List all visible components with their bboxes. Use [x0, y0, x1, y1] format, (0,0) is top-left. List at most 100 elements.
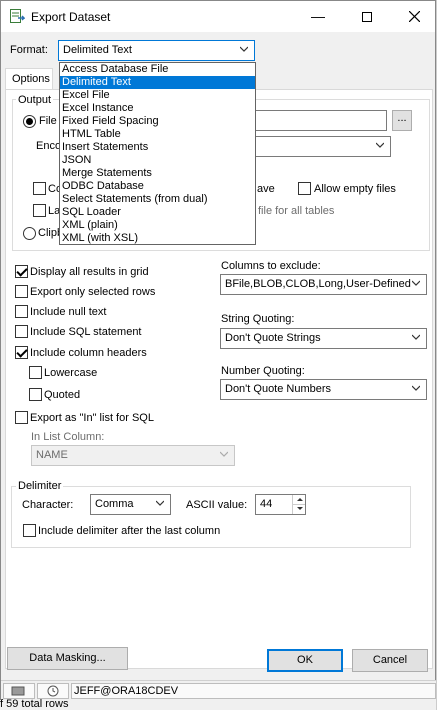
format-label: Format:	[10, 44, 48, 56]
format-option[interactable]: SQL Loader	[60, 206, 255, 219]
output-group-label: Output	[16, 94, 54, 106]
delimiter-character-select[interactable]: Comma	[90, 494, 171, 515]
export-app-icon	[10, 9, 26, 23]
ok-button[interactable]: OK	[267, 649, 343, 672]
tab-options-label: Options	[12, 73, 50, 85]
include-null-label: Include null text	[30, 306, 107, 318]
clock-icon	[47, 685, 59, 697]
after-last-label: Include delimiter after the last column	[38, 525, 221, 537]
display-grid-label: Display all results in grid	[30, 266, 149, 278]
format-selected-value: Delimited Text	[63, 44, 132, 56]
format-option[interactable]: JSON	[60, 154, 255, 167]
chevron-down-icon	[412, 332, 420, 342]
quoted-label: Quoted	[44, 389, 81, 401]
format-option[interactable]: XML (with XSL)	[60, 232, 255, 245]
chevron-down-icon	[376, 140, 384, 150]
maximize-button[interactable]	[344, 1, 390, 32]
export-selected-checkbox[interactable]	[15, 285, 28, 298]
data-masking-button[interactable]: Data Masking...	[7, 647, 128, 670]
string-quoting-select[interactable]: Don't Quote Strings	[220, 328, 427, 349]
file-path-input[interactable]	[253, 110, 387, 131]
title-bar: Export Dataset —	[1, 1, 435, 32]
delimiter-groupbox	[11, 486, 411, 548]
format-option[interactable]: Fixed Field Spacing	[60, 115, 255, 128]
cancel-button[interactable]: Cancel	[352, 649, 428, 672]
export-dataset-window: Export Dataset — Format: Delimited Text …	[0, 0, 437, 700]
format-option[interactable]: HTML Table	[60, 128, 255, 141]
ok-label: OK	[297, 654, 313, 666]
exclude-value: BFile,BLOB,CLOB,Long,User-Defined	[225, 278, 411, 290]
chevron-down-icon	[412, 383, 420, 393]
delimiter-group-label: Delimiter	[16, 480, 64, 492]
status-bar: JEFF@ORA18CDEV	[1, 680, 437, 700]
file-all-tables-label: file for all tables	[258, 205, 335, 217]
include-sql-label: Include SQL statement	[30, 326, 142, 338]
background-window-edge	[436, 0, 442, 710]
export-selected-label: Export only selected rows	[30, 286, 156, 298]
include-headers-checkbox[interactable]	[15, 346, 28, 359]
browse-button[interactable]: ...	[392, 110, 412, 131]
connection-name: JEFF@ORA18CDEV	[74, 685, 179, 697]
format-option[interactable]: Access Database File	[60, 63, 255, 76]
close-button[interactable]	[391, 1, 437, 32]
timer-cell	[37, 683, 69, 699]
include-sql-checkbox[interactable]	[15, 325, 28, 338]
status-icon-cell	[3, 683, 35, 699]
exclude-select[interactable]: BFile,BLOB,CLOB,Long,User-Defined	[220, 274, 427, 295]
chevron-down-icon	[240, 44, 248, 54]
chevron-down-icon	[220, 449, 228, 459]
in-list-column-value: NAME	[36, 449, 68, 461]
ascii-value: 44	[260, 498, 273, 510]
format-option[interactable]: ODBC Database	[60, 180, 255, 193]
number-quoting-select[interactable]: Don't Quote Numbers	[220, 379, 427, 400]
quoted-checkbox[interactable]	[29, 388, 42, 401]
in-list-column-label: In List Column:	[31, 431, 105, 443]
file-radio[interactable]	[23, 115, 36, 128]
clipboard-radio[interactable]	[23, 227, 36, 240]
include-null-checkbox[interactable]	[15, 305, 28, 318]
export-in-list-checkbox[interactable]	[15, 411, 28, 424]
ascii-value-input[interactable]: 44	[255, 494, 306, 515]
encoding-label: Enco	[36, 140, 62, 152]
format-option[interactable]: Delimited Text	[60, 76, 255, 89]
string-quoting-label: String Quoting:	[221, 313, 295, 325]
format-option[interactable]: Excel Instance	[60, 102, 255, 115]
tab-options[interactable]: Options	[5, 68, 53, 90]
ascii-spinner[interactable]	[292, 495, 305, 514]
co-checkbox[interactable]	[33, 182, 46, 195]
after-last-checkbox[interactable]	[23, 524, 36, 537]
la-checkbox[interactable]	[33, 204, 46, 217]
format-option[interactable]: Excel File	[60, 89, 255, 102]
export-in-list-label: Export as "In" list for SQL	[30, 412, 154, 424]
file-radio-label: File	[39, 115, 57, 127]
background-row-count: f 59 total rows	[0, 698, 69, 710]
ascii-value-label: ASCII value:	[186, 499, 248, 511]
delimiter-character-label: Character:	[22, 499, 74, 511]
format-option[interactable]: Insert Statements	[60, 141, 255, 154]
format-dropdown-list[interactable]: Access Database File Delimited Text Exce…	[59, 62, 256, 245]
lowercase-checkbox[interactable]	[29, 366, 42, 379]
allow-empty-label: Allow empty files	[314, 183, 396, 195]
allow-empty-checkbox[interactable]	[298, 182, 311, 195]
format-option[interactable]: Merge Statements	[60, 167, 255, 180]
lowercase-label: Lowercase	[44, 367, 98, 379]
delimiter-character-value: Comma	[95, 498, 134, 510]
exclude-label: Columns to exclude:	[221, 260, 321, 272]
browse-button-label: ...	[397, 112, 407, 124]
connection-cell: JEFF@ORA18CDEV	[71, 683, 436, 699]
include-headers-label: Include column headers	[30, 347, 147, 359]
database-icon	[11, 686, 25, 696]
minimize-button[interactable]: —	[295, 1, 341, 32]
string-quoting-value: Don't Quote Strings	[225, 332, 321, 344]
format-option[interactable]: XML (plain)	[60, 219, 255, 232]
encoding-select[interactable]	[253, 136, 391, 157]
number-quoting-label: Number Quoting:	[221, 365, 305, 377]
in-list-column-select[interactable]: NAME	[31, 445, 235, 466]
chevron-down-icon	[156, 498, 164, 508]
window-title: Export Dataset	[31, 10, 111, 24]
cancel-label: Cancel	[372, 654, 408, 666]
display-grid-checkbox[interactable]	[15, 265, 28, 278]
format-select[interactable]: Delimited Text	[58, 40, 255, 61]
chevron-down-icon	[412, 278, 420, 288]
format-option[interactable]: Select Statements (from dual)	[60, 193, 255, 206]
